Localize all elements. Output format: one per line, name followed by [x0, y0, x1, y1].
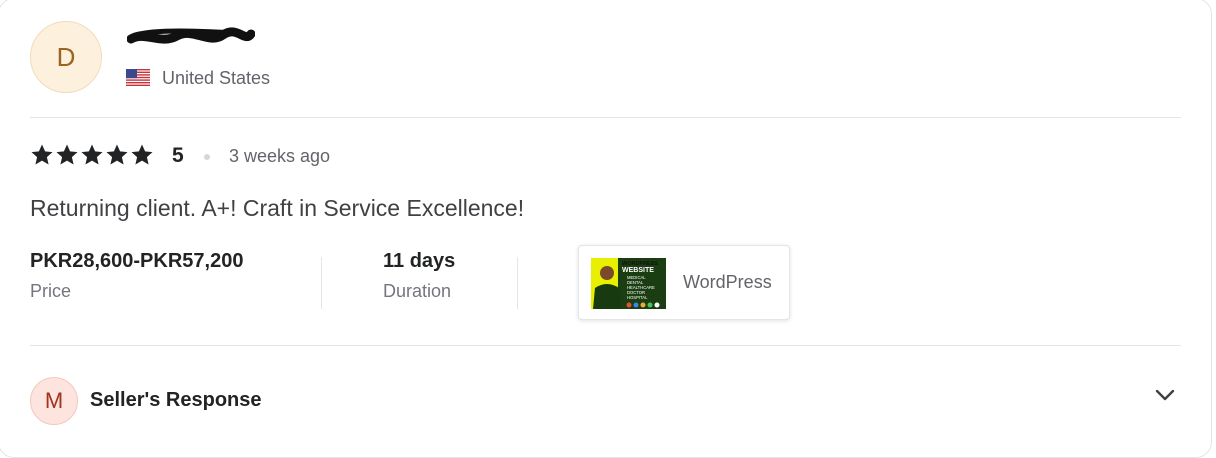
reviewer-name-redacted[interactable] [127, 25, 255, 51]
reviewer-avatar-initial: D [56, 41, 76, 72]
gig-name: WordPress [683, 272, 772, 292]
seller-avatar-initial: M [44, 388, 64, 413]
thumb-subtitle: WEBSITE [622, 267, 654, 274]
stat-separator [517, 257, 518, 309]
review-time: 3 weeks ago [229, 146, 331, 166]
review-card: D United States 5 3 weeks ago Returning … [0, 0, 1212, 458]
gig-card[interactable]: WORDPRESS WEBSITE MEDICAL DENTAL HEALTHC… [578, 245, 790, 320]
star-icon [31, 144, 53, 165]
reviewer-avatar[interactable]: D [30, 21, 102, 93]
star-icon [106, 144, 128, 165]
duration-value: 11 days [383, 250, 456, 272]
seller-avatar: M [30, 377, 78, 425]
rating-value: 5 [172, 144, 184, 167]
price-value: PKR28,600-PKR57,200 [30, 250, 244, 272]
price-label: Price [30, 281, 72, 301]
star-icon [56, 144, 78, 165]
review-text: Returning client. A+! Craft in Service E… [30, 195, 525, 221]
stat-separator [321, 257, 322, 309]
star-rating [30, 143, 154, 167]
chevron-down-icon[interactable] [1152, 384, 1178, 406]
star-icon [131, 144, 153, 165]
separator-dot [204, 154, 210, 160]
thumb-line: HOSPITAL [627, 295, 648, 300]
duration-label: Duration [383, 281, 452, 301]
star-icon [81, 144, 103, 165]
header-divider [30, 117, 1181, 118]
gig-thumbnail: WORDPRESS WEBSITE MEDICAL DENTAL HEALTHC… [591, 258, 666, 309]
response-divider [30, 345, 1181, 346]
reviewer-country: United States [162, 68, 271, 88]
seller-response-label[interactable]: Seller's Response [90, 389, 262, 412]
us-flag-icon [126, 69, 150, 86]
